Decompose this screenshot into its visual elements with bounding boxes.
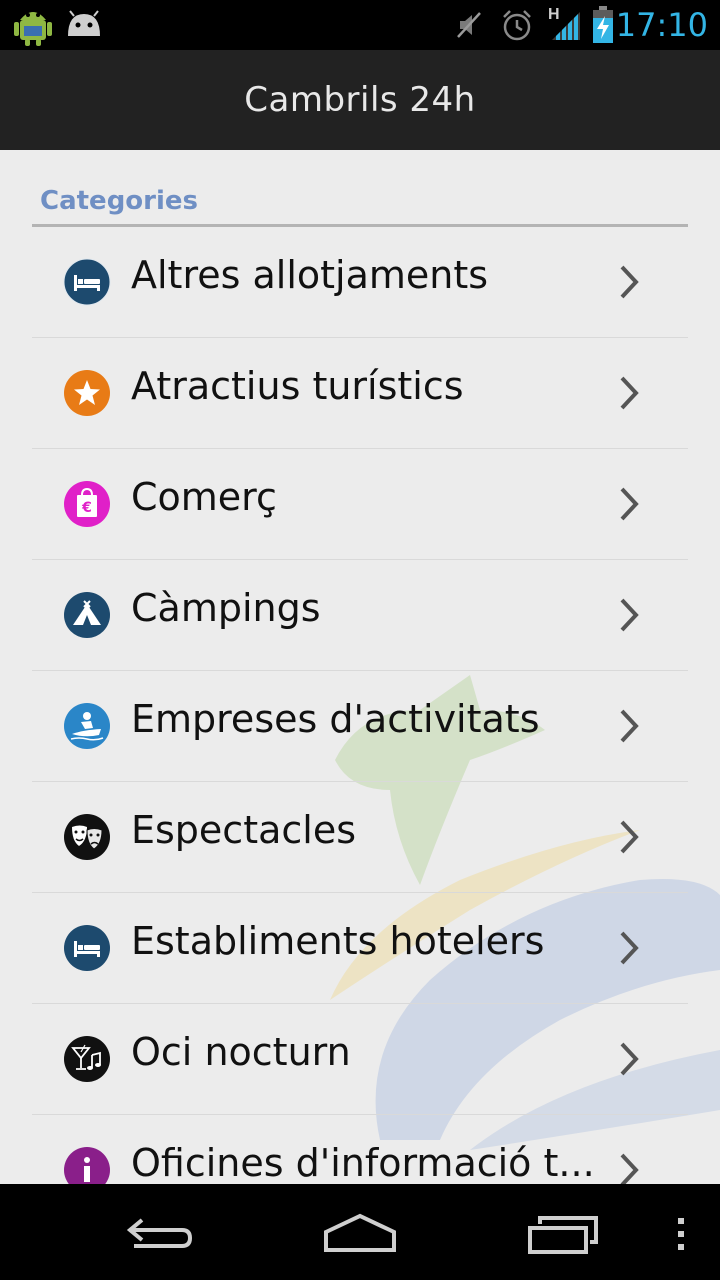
chevron-right-icon	[620, 709, 639, 743]
signal-icon	[552, 12, 580, 40]
category-item-campings[interactable]: Càmpings	[32, 560, 688, 671]
recents-icon[interactable]	[526, 1210, 602, 1258]
chevron-right-icon	[620, 1153, 639, 1184]
bed-icon	[64, 925, 110, 971]
status-bar: H 17:10	[0, 0, 720, 50]
category-label: Establiments hotelers	[131, 919, 545, 963]
category-label: Empreses d'activitats	[131, 697, 540, 741]
alarm-icon	[503, 10, 531, 41]
action-bar: Cambrils 24h	[0, 50, 720, 150]
battery-charging-icon	[593, 6, 613, 43]
category-label: Atractius turístics	[131, 364, 464, 408]
cocktail-icon	[64, 1036, 110, 1082]
shopping-bag-icon: €	[64, 481, 110, 527]
category-item-espectacles[interactable]: Espectacles	[32, 782, 688, 893]
svg-text:€: €	[81, 500, 92, 516]
category-item-oficines-informacio[interactable]: Oficines d'informació t...	[32, 1115, 688, 1184]
chevron-right-icon	[620, 1042, 639, 1076]
category-label: Altres allotjaments	[131, 253, 489, 297]
status-clock: 17:10	[615, 6, 708, 44]
category-item-comerc[interactable]: € Comerç	[32, 449, 688, 560]
info-icon	[64, 1147, 110, 1184]
navigation-bar	[0, 1184, 720, 1280]
theater-masks-icon	[64, 814, 110, 860]
category-label: Espectacles	[131, 808, 357, 852]
category-label: Càmpings	[131, 586, 321, 630]
category-label: Comerç	[131, 475, 277, 519]
category-item-atractius-turistics[interactable]: Atractius turístics	[32, 338, 688, 449]
category-label: Oci nocturn	[131, 1030, 351, 1074]
category-item-establiments-hotelers[interactable]: Establiments hotelers	[32, 893, 688, 1004]
category-list: Altres allotjaments Atractius turístics …	[32, 227, 688, 1184]
category-label: Oficines d'informació t...	[131, 1141, 595, 1184]
mute-icon	[457, 12, 481, 38]
chevron-right-icon	[620, 820, 639, 854]
chevron-right-icon	[620, 931, 639, 965]
category-item-altres-allotjaments[interactable]: Altres allotjaments	[32, 227, 688, 338]
star-icon	[64, 370, 110, 416]
bed-icon	[63, 258, 111, 306]
section-header: Categories	[40, 186, 199, 216]
jetski-icon	[64, 703, 110, 749]
android-notification-icon	[68, 10, 100, 36]
chevron-right-icon	[620, 487, 639, 521]
overflow-menu-icon[interactable]	[674, 1214, 688, 1254]
back-icon[interactable]	[124, 1210, 196, 1258]
category-item-empreses-activitats[interactable]: Empreses d'activitats	[32, 671, 688, 782]
tent-icon	[64, 592, 110, 638]
android-debug-icon	[14, 12, 52, 46]
chevron-right-icon	[620, 376, 639, 410]
app-title: Cambrils 24h	[244, 80, 476, 120]
home-icon[interactable]	[322, 1210, 398, 1258]
category-item-oci-nocturn[interactable]: Oci nocturn	[32, 1004, 688, 1115]
chevron-right-icon	[620, 265, 639, 299]
category-list-screen: Categories Altres allotjaments Atractius…	[0, 150, 720, 1184]
chevron-right-icon	[620, 598, 639, 632]
